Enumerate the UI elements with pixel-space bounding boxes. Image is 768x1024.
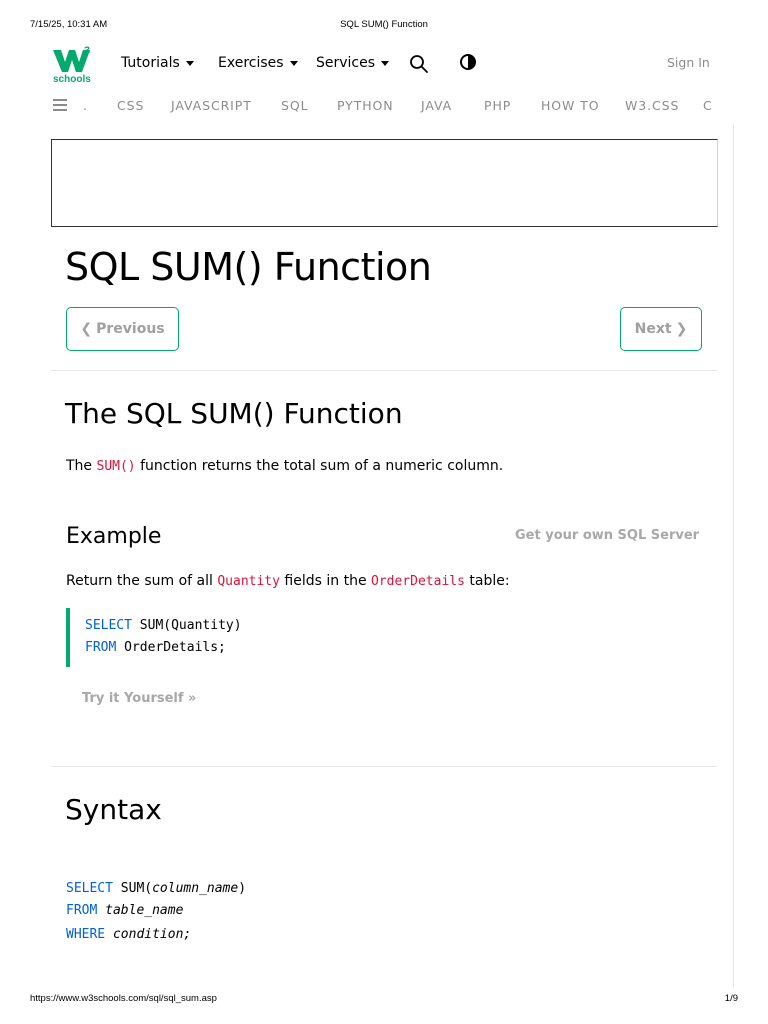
intro-code-sum: SUM() <box>96 459 136 474</box>
print-footer: https://www.w3schools.com/sql/sql_sum.as… <box>0 993 768 1007</box>
subject-navigation: . CSS JAVASCRIPT SQL PYTHON JAVA PHP HOW… <box>0 94 734 120</box>
subject-c[interactable]: C <box>703 98 713 113</box>
subject-php[interactable]: PHP <box>484 98 511 113</box>
desc-text-1: Return the sum of all <box>66 573 213 589</box>
nav-exercises-label: Exercises <box>218 55 284 71</box>
syntax-line-1: SELECT SUM(column_name) <box>66 881 246 896</box>
print-page-number: 1/9 <box>724 993 738 1004</box>
next-button[interactable]: Next ❯ <box>620 307 702 351</box>
code-keyword-select: SELECT <box>85 618 132 633</box>
desc-text-2: fields in the <box>284 573 367 589</box>
nav-tutorials-label: Tutorials <box>121 55 180 71</box>
logo-superscript: 3 <box>84 45 90 57</box>
syntax-arg-column: column_name <box>152 881 239 896</box>
syntax-keyword-where: WHERE <box>66 927 106 942</box>
next-label: Next <box>634 321 672 337</box>
subject-javascript[interactable]: JAVASCRIPT <box>171 98 252 113</box>
syntax-title: Syntax <box>65 793 162 826</box>
code-line-1: SELECT SUM(Quantity) <box>85 618 242 633</box>
contrast-icon[interactable] <box>459 53 477 71</box>
print-url: https://www.w3schools.com/sql/sql_sum.as… <box>30 993 217 1004</box>
subject-java[interactable]: JAVA <box>421 98 452 113</box>
caret-down-icon <box>185 60 194 66</box>
caret-down-icon <box>381 60 390 66</box>
desc-code-quantity: Quantity <box>217 574 280 589</box>
syntax-close-paren: ) <box>238 881 247 896</box>
code-keyword-from: FROM <box>85 640 117 655</box>
subject-w3css[interactable]: W3.CSS <box>625 98 679 113</box>
code-line-2: FROM OrderDetails; <box>85 640 226 655</box>
logo-text: schools <box>53 74 91 84</box>
w3schools-logo[interactable]: 3 schools <box>52 42 92 85</box>
syntax-arg-table: table_name <box>105 903 184 918</box>
try-it-yourself-button[interactable]: Try it Yourself » <box>82 691 196 706</box>
previous-label: Previous <box>96 321 165 337</box>
code-line-2-rest: OrderDetails; <box>124 640 226 655</box>
desc-code-orderdetails: OrderDetails <box>371 574 465 589</box>
example-code-block: SELECT SUM(Quantity) FROM OrderDetails; <box>66 608 702 667</box>
nav-tutorials[interactable]: Tutorials <box>121 55 194 71</box>
section-intro: The SUM() function returns the total sum… <box>66 456 503 477</box>
subject-css[interactable]: CSS <box>117 98 144 113</box>
nav-services[interactable]: Services <box>316 55 390 71</box>
divider <box>51 370 717 371</box>
desc-text-3: table: <box>469 573 510 589</box>
subject-howto[interactable]: HOW TO <box>541 98 599 113</box>
syntax-arg-condition: condition; <box>112 927 192 942</box>
nav-services-label: Services <box>316 55 376 71</box>
print-doc-title: SQL SUM() Function <box>340 19 428 30</box>
search-icon[interactable] <box>409 54 429 74</box>
subject-python[interactable]: PYTHON <box>337 98 394 113</box>
subject-sql[interactable]: SQL <box>281 98 308 113</box>
chevron-right-icon: ❯ <box>675 321 688 337</box>
nav-exercises[interactable]: Exercises <box>218 55 298 71</box>
syntax-keyword-select: SELECT <box>66 881 113 896</box>
syntax-fn: SUM( <box>120 881 153 896</box>
syntax-line-2: FROM table_name <box>66 903 183 918</box>
page-right-border <box>733 125 734 987</box>
example-title: Example <box>66 524 162 549</box>
subject-dot: . <box>83 98 88 113</box>
section-title: The SQL SUM() Function <box>65 397 403 430</box>
intro-text-before: The <box>66 458 93 474</box>
example-description: Return the sum of all Quantity fields in… <box>66 571 510 592</box>
menu-icon[interactable] <box>53 99 67 111</box>
get-sql-server-link[interactable]: Get your own SQL Server <box>515 528 699 543</box>
caret-down-icon <box>289 60 298 66</box>
sign-in-link[interactable]: Sign In <box>667 55 710 70</box>
previous-button[interactable]: ❮ Previous <box>66 307 179 351</box>
divider <box>51 766 717 767</box>
chevron-left-icon: ❮ <box>80 321 93 337</box>
syntax-line-3: WHERE condition; <box>66 927 191 942</box>
ad-frame <box>51 139 718 227</box>
page-title: SQL SUM() Function <box>65 245 432 289</box>
syntax-keyword-from: FROM <box>66 903 98 918</box>
intro-text-after: function returns the total sum of a nume… <box>140 458 504 474</box>
top-navigation: 3 schools Tutorials Exercises Services S… <box>0 42 768 86</box>
code-line-1-rest: SUM(Quantity) <box>139 618 242 633</box>
print-header: 7/15/25, 10:31 AM SQL SUM() Function <box>0 19 768 33</box>
